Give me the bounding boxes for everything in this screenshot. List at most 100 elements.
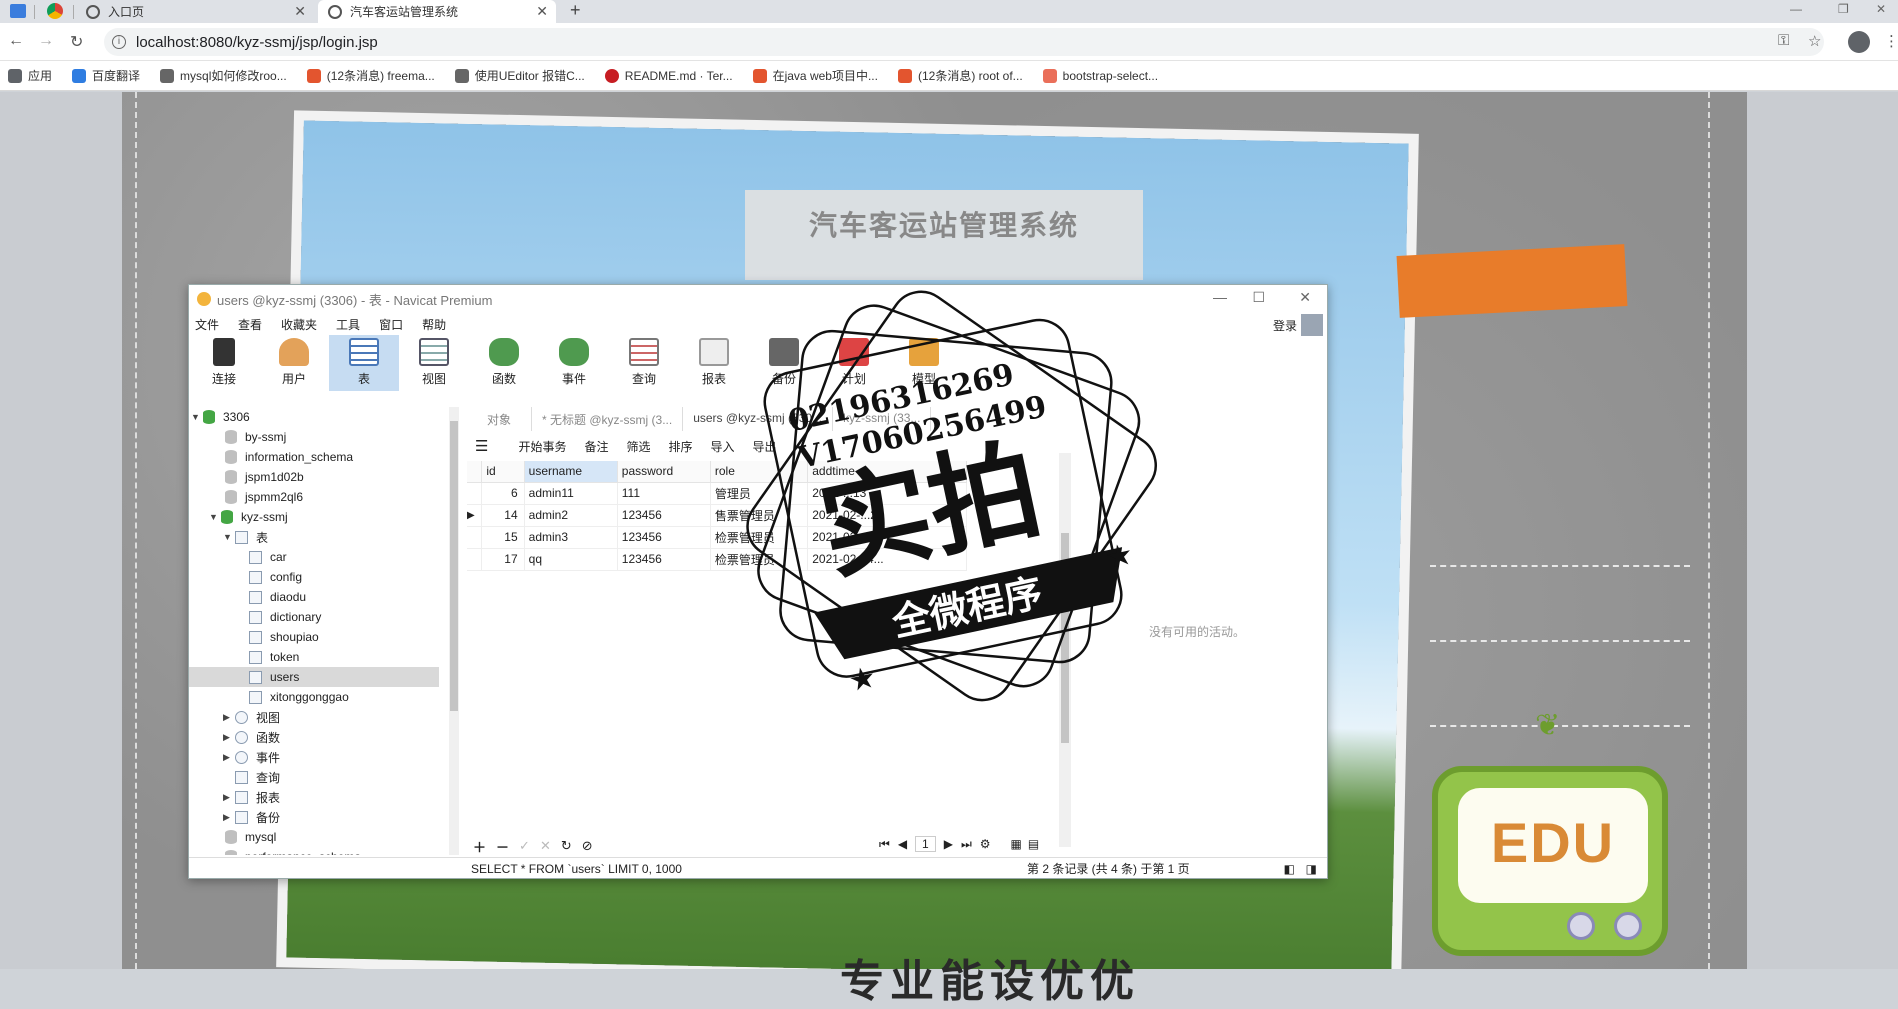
cell-addtime[interactable]: 2021-02-24... <box>807 548 967 571</box>
bookmark-item[interactable]: 应用 <box>8 67 52 84</box>
users-data-grid[interactable]: id username password role addtime 6 admi… <box>467 461 967 571</box>
cell-id[interactable]: 6 <box>481 482 525 505</box>
cell-addtime[interactable]: 2021-02-...21 <box>807 504 967 527</box>
panel-left-icon[interactable]: ◧ <box>1284 862 1295 876</box>
chrome-icon[interactable] <box>47 3 63 19</box>
maximize-icon[interactable]: ☐ <box>1252 289 1265 306</box>
chevron-right-icon[interactable]: ▶ <box>223 812 235 823</box>
comment-button[interactable]: 备注 <box>584 438 608 455</box>
grid-scrollbar[interactable] <box>1059 453 1071 847</box>
begin-transaction-button[interactable]: 开始事务 <box>518 438 566 455</box>
cell-role[interactable]: 售票管理员 <box>710 504 809 527</box>
scroll-thumb[interactable] <box>1061 533 1069 743</box>
bookmark-item[interactable]: (12条消息) root of... <box>897 67 1023 84</box>
export-button[interactable]: 导出 <box>753 438 777 455</box>
tool-view[interactable]: 视图 <box>399 335 469 391</box>
tree-node-table[interactable]: xitonggonggao <box>189 687 439 707</box>
table-row[interactable]: 15 admin3 123456 检票管理员 2021-02-... <box>467 526 967 549</box>
cell-role[interactable]: 检票管理员 <box>710 548 809 571</box>
profile-avatar[interactable] <box>1848 31 1870 53</box>
tree-node-folder[interactable]: ▶ 事件 <box>189 747 439 767</box>
gear-icon[interactable]: ⚙ <box>980 837 991 851</box>
tree-node-db-open[interactable]: ▼ kyz-ssmj <box>189 507 439 527</box>
cell-id[interactable]: 14 <box>481 504 525 527</box>
tree-node-db[interactable]: mysql <box>189 827 439 847</box>
tree-node-folder[interactable]: ▶ 函数 <box>189 727 439 747</box>
bookmark-item[interactable]: mysql如何修改roo... <box>160 67 287 84</box>
cell-username[interactable]: admin11 <box>524 482 618 505</box>
table-row[interactable]: 17 qq 123456 检票管理员 2021-02-24... <box>467 548 967 571</box>
user-avatar-icon[interactable] <box>1301 314 1323 336</box>
cell-role[interactable]: 检票管理员 <box>710 526 809 549</box>
bookmark-item[interactable]: bootstrap-select... <box>1042 68 1158 83</box>
tool-table[interactable]: 表 <box>329 335 399 391</box>
filter-button[interactable]: 筛选 <box>626 438 650 455</box>
tree-node-table[interactable]: dictionary <box>189 607 439 627</box>
sort-button[interactable]: 排序 <box>669 438 693 455</box>
minimize-icon[interactable]: — <box>1790 2 1802 16</box>
tree-node-table[interactable]: car <box>189 547 439 567</box>
delete-row-icon[interactable]: － <box>496 837 509 856</box>
import-button[interactable]: 导入 <box>711 438 735 455</box>
cell-role[interactable]: 管理员 <box>710 482 809 505</box>
url-text[interactable]: localhost:8080/kyz-ssmj/jsp/login.jsp <box>136 34 378 51</box>
tool-connect[interactable]: 连接 <box>189 335 259 391</box>
table-row[interactable]: 6 admin11 111 管理员 2021-...13 <box>467 482 967 505</box>
column-header-username[interactable]: username <box>524 461 618 483</box>
tree-node-folder[interactable]: 查询 <box>189 767 439 787</box>
column-header-role[interactable]: role <box>710 461 809 483</box>
chevron-right-icon[interactable]: ▶ <box>223 712 235 723</box>
tool-model[interactable]: 模型 <box>889 335 959 391</box>
cell-username[interactable]: admin2 <box>524 504 618 527</box>
tool-event[interactable]: 事件 <box>539 335 609 391</box>
key-icon[interactable]: ⚿ <box>1778 32 1789 49</box>
chevron-down-icon[interactable]: ▼ <box>209 512 221 522</box>
tool-schedule[interactable]: 计划 <box>819 335 889 391</box>
chevron-down-icon[interactable]: ▼ <box>223 532 235 542</box>
cell-username[interactable]: admin3 <box>524 526 618 549</box>
chevron-down-icon[interactable]: ▼ <box>191 412 203 422</box>
menu-dots-icon[interactable]: ⋮ <box>1884 32 1898 50</box>
tree-node-db[interactable]: by-ssmj <box>189 427 439 447</box>
cell-id[interactable]: 17 <box>481 548 525 571</box>
menu-window[interactable]: 窗口 <box>379 316 403 333</box>
cell-password[interactable]: 111 <box>617 482 711 505</box>
tree-node-tables-folder[interactable]: ▼ 表 <box>189 527 439 547</box>
apply-icon[interactable]: ✓ <box>519 838 530 854</box>
bookmark-item[interactable]: (12条消息) freema... <box>306 67 435 84</box>
address-bar[interactable]: i localhost:8080/kyz-ssmj/jsp/login.jsp <box>104 28 1824 56</box>
discard-icon[interactable]: ✕ <box>540 838 551 854</box>
reload-icon[interactable]: ↻ <box>70 32 83 52</box>
cell-id[interactable]: 15 <box>481 526 525 549</box>
navicat-window[interactable]: users @kyz-ssmj (3306) - 表 - Navicat Pre… <box>188 284 1328 879</box>
tab-untitled-query[interactable]: * 无标题 @kyz-ssmj (3... <box>532 407 684 431</box>
tool-user[interactable]: 用户 <box>259 335 329 391</box>
tree-node-connection[interactable]: ▼ 3306 <box>189 407 439 427</box>
tree-node-table[interactable]: token <box>189 647 439 667</box>
table-row-current[interactable]: ▶ 14 admin2 123456 售票管理员 2021-02-...21 <box>467 504 967 527</box>
form-view-icon[interactable]: ▤ <box>1028 837 1039 851</box>
tree-node-folder[interactable]: ▶ 备份 <box>189 807 439 827</box>
panel-right-icon[interactable]: ◨ <box>1306 862 1317 876</box>
menu-tools[interactable]: 工具 <box>336 316 360 333</box>
grid-view-icon[interactable]: ▦ <box>1011 837 1022 851</box>
tool-query[interactable]: 查询 <box>609 335 679 391</box>
refresh-icon[interactable]: ↻ <box>561 838 572 854</box>
tree-node-db[interactable]: performance_schema <box>189 847 439 855</box>
tab-users-table[interactable]: users @kyz-ssmj (330... <box>683 407 834 431</box>
menu-file[interactable]: 文件 <box>195 316 219 333</box>
menu-view[interactable]: 查看 <box>238 316 262 333</box>
tab-kyz-ssmj[interactable]: kyz-ssmj (33... <box>833 407 932 431</box>
tree-node-folder[interactable]: ▶ 视图 <box>189 707 439 727</box>
scroll-thumb[interactable] <box>450 421 458 711</box>
menu-favorites[interactable]: 收藏夹 <box>281 316 317 333</box>
menu-help[interactable]: 帮助 <box>422 316 446 333</box>
last-page-icon[interactable]: ⏭ <box>961 837 972 852</box>
login-link[interactable]: 登录 <box>1273 317 1297 334</box>
close-window-icon[interactable]: ✕ <box>1299 289 1311 306</box>
close-tab-icon[interactable]: ✕ <box>536 3 548 20</box>
tree-node-db[interactable]: jspm1d02b <box>189 467 439 487</box>
restore-icon[interactable]: ❐ <box>1838 2 1849 16</box>
new-tab-button[interactable]: + <box>570 0 581 21</box>
bookmark-item[interactable]: 在java web项目中... <box>752 67 878 84</box>
